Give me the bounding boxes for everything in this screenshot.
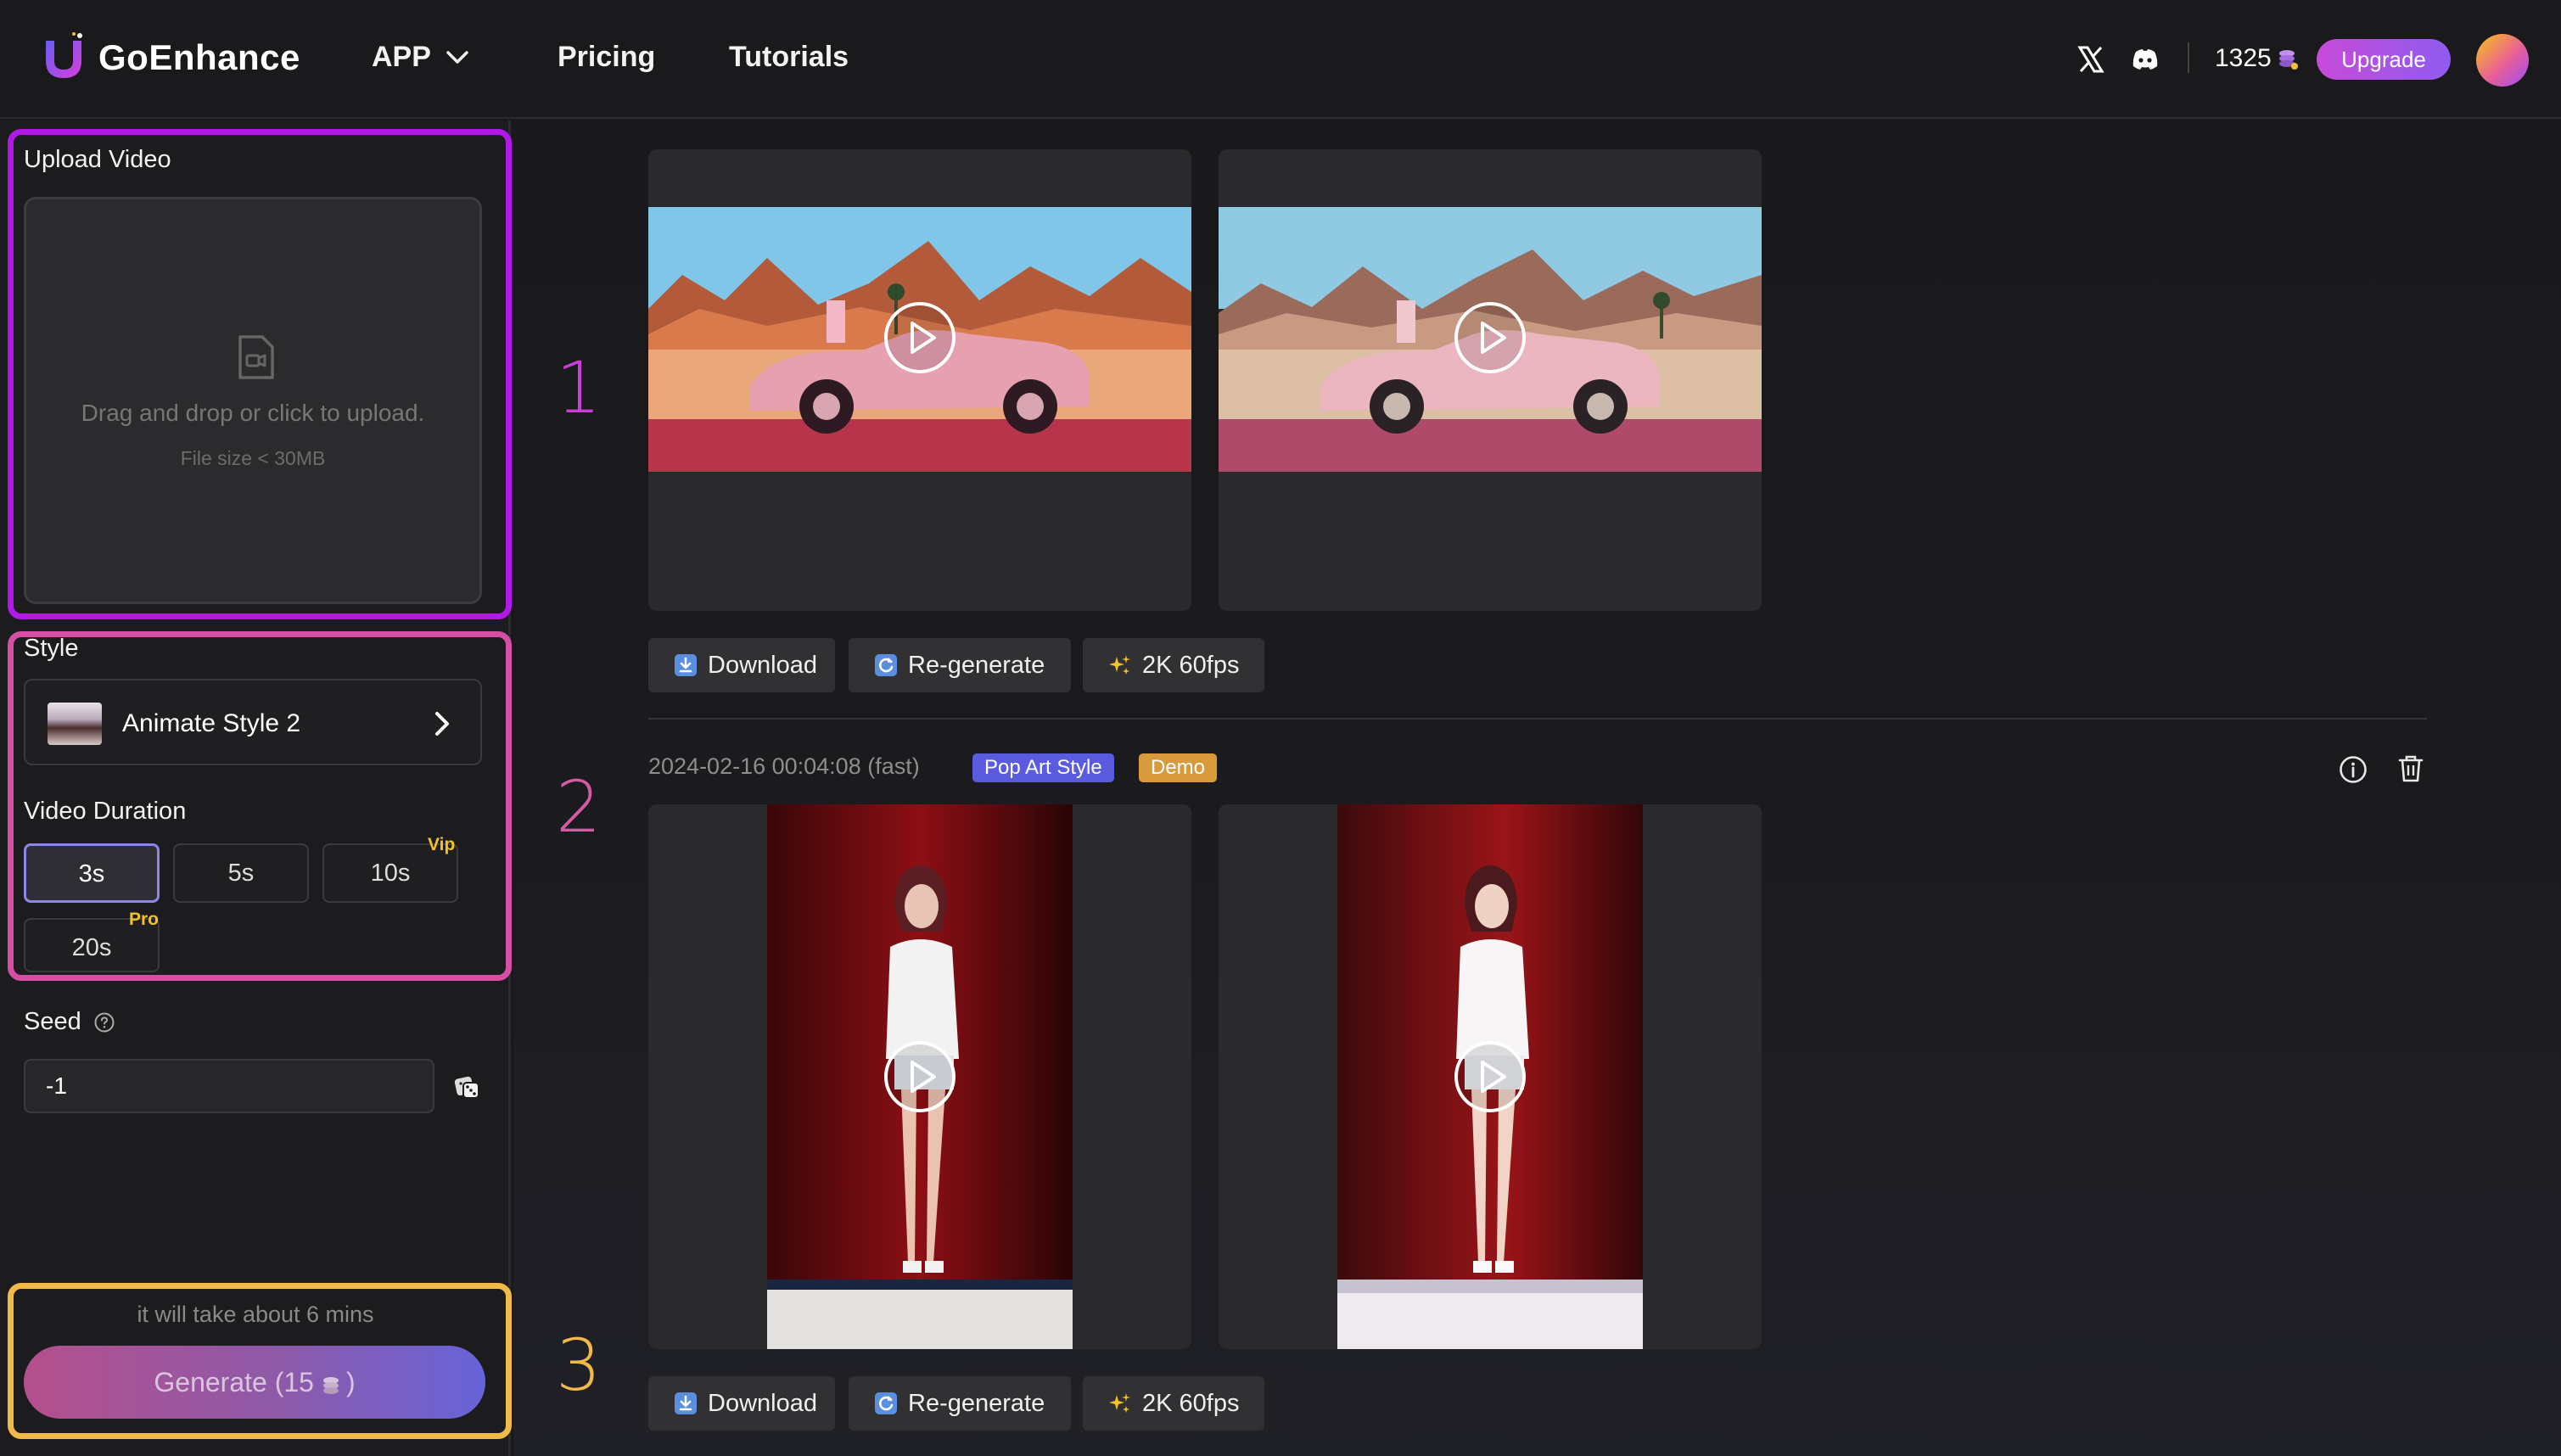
play-icon[interactable] bbox=[1452, 1039, 1528, 1115]
seed-input[interactable]: -1 bbox=[24, 1059, 434, 1113]
goenhance-logo-icon[interactable] bbox=[37, 31, 90, 83]
download-button[interactable]: Download bbox=[648, 638, 835, 692]
demo-badge: Demo bbox=[1139, 753, 1218, 782]
chevron-down-icon[interactable] bbox=[445, 48, 470, 68]
style-badge: Pop Art Style bbox=[972, 753, 1114, 782]
job-timestamp: 2024-02-16 00:04:08 (fast) bbox=[648, 753, 920, 779]
download-button[interactable]: Download bbox=[648, 1376, 835, 1431]
upload-dropzone[interactable]: Drag and drop or click to upload. File s… bbox=[24, 197, 482, 604]
download-icon bbox=[675, 1392, 697, 1414]
duration-option-5s[interactable]: 5s bbox=[173, 843, 309, 903]
x-icon[interactable] bbox=[2076, 44, 2106, 75]
credit-balance: 1325 bbox=[2215, 44, 2272, 72]
refresh-icon bbox=[875, 654, 897, 676]
play-icon[interactable] bbox=[1452, 300, 1528, 376]
upscale-2k-60fps-button[interactable]: 2K 60fps bbox=[1083, 1376, 1264, 1431]
discord-icon[interactable] bbox=[2130, 44, 2160, 75]
generate-label-prefix: Generate (15 bbox=[154, 1367, 314, 1397]
dropzone-file-limit: File size < 30MB bbox=[180, 447, 326, 469]
style-selector[interactable]: Animate Style 2 bbox=[24, 679, 482, 765]
user-avatar[interactable] bbox=[2476, 34, 2529, 87]
file-video-icon bbox=[238, 335, 274, 379]
sparkles-icon bbox=[1109, 655, 1130, 675]
vip-tag: Vip bbox=[428, 835, 456, 854]
chevron-right-icon bbox=[435, 712, 449, 736]
sparkles-icon bbox=[1109, 1393, 1130, 1413]
style-thumbnail bbox=[48, 703, 102, 745]
download-label: Download bbox=[708, 1390, 817, 1417]
nav-app-menu[interactable]: APP bbox=[372, 41, 431, 74]
top-nav-bar: GoEnhance APP Pricing Tutorials 1325 Upg… bbox=[0, 0, 2561, 119]
annotation-number-3: 3 bbox=[556, 1324, 602, 1407]
selected-style-name: Animate Style 2 bbox=[122, 709, 301, 737]
upgrade-button[interactable]: Upgrade bbox=[2317, 39, 2451, 80]
nav-pricing[interactable]: Pricing bbox=[558, 41, 655, 74]
source-video-card[interactable] bbox=[648, 149, 1191, 611]
pro-tag: Pro bbox=[129, 910, 160, 929]
generation-time-estimate: it will take about 6 mins bbox=[137, 1302, 374, 1327]
generate-label-suffix: ) bbox=[345, 1367, 356, 1397]
upscale-label: 2K 60fps bbox=[1142, 1390, 1240, 1417]
help-icon[interactable] bbox=[93, 1011, 115, 1033]
brand-name[interactable]: GoEnhance bbox=[98, 37, 300, 78]
info-icon[interactable] bbox=[2339, 755, 2368, 784]
annotation-number-2: 2 bbox=[556, 765, 602, 848]
regenerate-button[interactable]: Re-generate bbox=[849, 638, 1071, 692]
play-icon[interactable] bbox=[882, 1039, 958, 1115]
regenerate-label: Re-generate bbox=[908, 652, 1045, 679]
video-duration-label: Video Duration bbox=[24, 798, 187, 825]
upscale-2k-60fps-button[interactable]: 2K 60fps bbox=[1083, 638, 1264, 692]
dice-icon[interactable] bbox=[453, 1072, 482, 1101]
annotation-number-1: 1 bbox=[556, 346, 602, 429]
download-icon bbox=[675, 654, 697, 676]
style-label: Style bbox=[24, 635, 79, 662]
nav-tutorials[interactable]: Tutorials bbox=[729, 41, 849, 74]
download-label: Download bbox=[708, 652, 817, 679]
job-separator bbox=[648, 718, 2427, 720]
generate-button[interactable]: Generate (15 ) bbox=[24, 1346, 485, 1419]
coins-icon bbox=[2279, 50, 2298, 70]
generated-video-card[interactable] bbox=[1219, 149, 1762, 611]
seed-label: Seed bbox=[24, 1008, 81, 1035]
source-video-card[interactable] bbox=[648, 804, 1191, 1349]
upscale-label: 2K 60fps bbox=[1142, 652, 1240, 679]
coins-icon bbox=[322, 1376, 339, 1394]
duration-option-3s[interactable]: 3s bbox=[24, 843, 160, 903]
dropzone-instruction: Drag and drop or click to upload. bbox=[81, 400, 425, 426]
regenerate-label: Re-generate bbox=[908, 1390, 1045, 1417]
refresh-icon bbox=[875, 1392, 897, 1414]
play-icon[interactable] bbox=[882, 300, 958, 376]
generated-video-card[interactable] bbox=[1219, 804, 1762, 1349]
upload-video-label: Upload Video bbox=[24, 146, 171, 173]
header-divider bbox=[2188, 42, 2189, 73]
trash-icon[interactable] bbox=[2396, 753, 2425, 784]
regenerate-button[interactable]: Re-generate bbox=[849, 1376, 1071, 1431]
